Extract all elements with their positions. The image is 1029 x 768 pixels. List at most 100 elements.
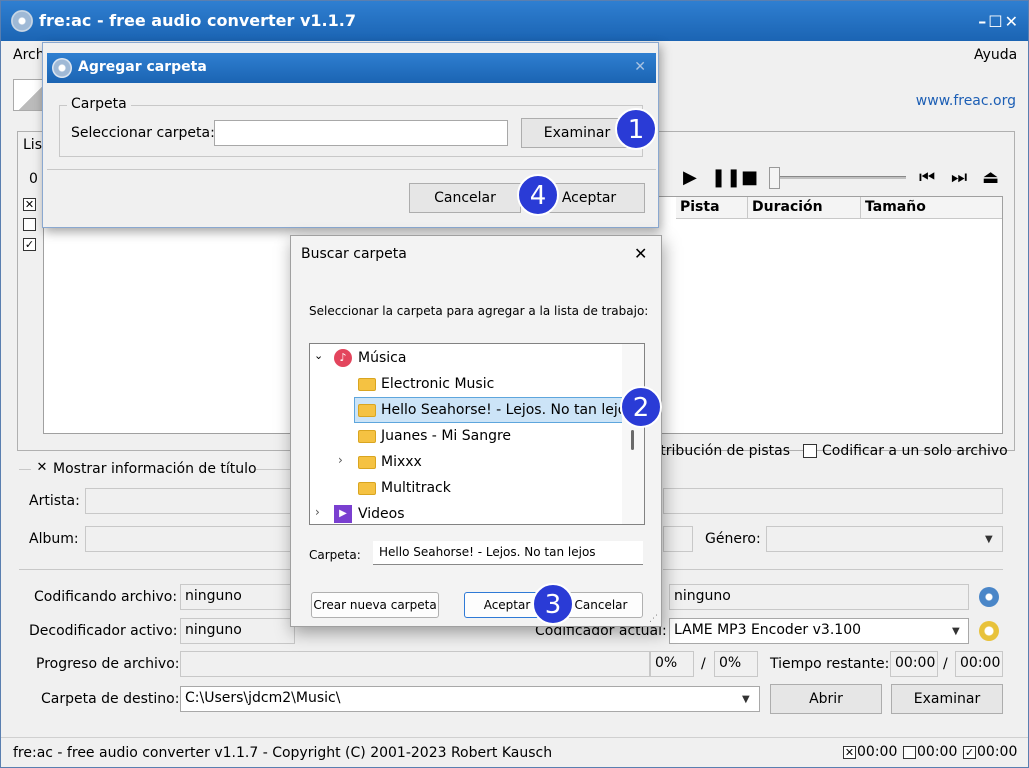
add-folder-dialog: Agregar carpeta ✕ Carpeta Seleccionar ca…: [42, 42, 659, 228]
file-progress-bar: [180, 651, 650, 677]
status-check-2: [903, 746, 916, 759]
dialog-separator: [47, 169, 656, 170]
filter-icon[interactable]: [979, 587, 999, 607]
artist-field-right[interactable]: [663, 488, 1003, 514]
step-badge-4: 4: [517, 174, 559, 216]
folder-tree[interactable]: ⌄ ♪ Música Electronic Music Hello Seahor…: [309, 343, 645, 525]
new-folder-button[interactable]: Crear nueva carpeta: [311, 592, 439, 618]
column-header-tamano[interactable]: Tamaño: [861, 197, 1002, 219]
folder-input[interactable]: Hello Seahorse! - Lejos. No tan lejos: [373, 541, 643, 565]
seek-slider[interactable]: [769, 167, 780, 189]
separator: [19, 569, 291, 570]
resize-grip-icon[interactable]: ⋰: [649, 614, 658, 624]
music-icon: ♪: [334, 349, 352, 367]
column-header-duracion[interactable]: Duración: [748, 197, 861, 219]
progress-percent-2: 0%: [714, 651, 758, 677]
tree-item-musica[interactable]: ⌄ ♪ Música: [310, 345, 624, 371]
add-files-icon[interactable]: [13, 79, 43, 111]
menu-archivo[interactable]: Arch: [13, 47, 45, 63]
track-distribution-label: stribución de pistas: [653, 443, 791, 459]
status-time-3: 00:00: [977, 744, 1018, 760]
play-icon[interactable]: ▶: [683, 167, 697, 188]
encoding-file-field-2: ninguno: [669, 584, 969, 610]
genre-dropdown[interactable]: [766, 526, 1003, 552]
select-folder-input[interactable]: [214, 120, 508, 146]
previous-track-icon[interactable]: ⏮: [919, 167, 935, 188]
show-title-info-checkbox[interactable]: ✕: [35, 461, 49, 476]
website-link[interactable]: www.freac.org: [916, 93, 1016, 109]
destination-dropdown[interactable]: C:\Users\jdcm2\Music\: [180, 686, 760, 712]
progress-separator: /: [701, 656, 706, 672]
tree-item-label: Mixxx: [381, 454, 422, 470]
next-track-icon[interactable]: ⏭: [951, 167, 967, 188]
tree-item-mixxx[interactable]: › Mixxx: [310, 449, 624, 475]
chevron-right-icon[interactable]: ›: [338, 453, 343, 467]
album-field[interactable]: [85, 526, 295, 552]
destination-label: Carpeta de destino:: [41, 691, 180, 707]
stop-icon[interactable]: ■: [741, 167, 758, 188]
checkbox-2[interactable]: [23, 218, 36, 231]
tree-item-multitrack[interactable]: Multitrack: [310, 475, 624, 501]
tree-item-label: Electronic Music: [381, 376, 495, 392]
tree-item-label: Juanes - Mi Sangre: [381, 428, 512, 444]
tree-item-label: Videos: [358, 506, 405, 522]
tree-item-label: Música: [358, 350, 407, 366]
single-file-checkbox[interactable]: [803, 444, 817, 458]
chevron-right-icon[interactable]: ›: [315, 505, 320, 519]
window-controls[interactable]: –☐✕: [978, 12, 1020, 31]
folder-icon: [358, 482, 376, 495]
folder-icon: [358, 430, 376, 443]
file-progress-label: Progreso de archivo:: [36, 656, 180, 672]
select-folder-label: Seleccionar carpeta:: [71, 125, 215, 141]
status-check-3: ✓: [963, 746, 976, 759]
tree-item-juanes[interactable]: Juanes - Mi Sangre: [310, 423, 624, 449]
album-field-right[interactable]: [663, 526, 693, 552]
tree-item-label: Multitrack: [381, 480, 451, 496]
genre-dropdown-arrow-icon[interactable]: ▼: [985, 534, 993, 545]
chevron-down-icon[interactable]: ⌄: [314, 349, 323, 362]
encoder-dropdown-arrow-icon[interactable]: ▼: [952, 626, 960, 637]
folder-label: Carpeta:: [309, 548, 361, 562]
open-button[interactable]: Abrir: [770, 684, 882, 714]
single-file-label: Codificar a un solo archivo: [822, 443, 1008, 459]
encoder-dropdown[interactable]: LAME MP3 Encoder v3.100: [669, 618, 969, 644]
folder-icon: [358, 378, 376, 391]
destination-dropdown-arrow-icon[interactable]: ▼: [742, 694, 750, 705]
title-bar[interactable]: fre:ac - free audio converter v1.1.7 –☐✕: [1, 1, 1028, 41]
encoding-file-label: Codificando archivo:: [34, 589, 178, 605]
tree-item-videos[interactable]: › ▶ Videos: [310, 501, 624, 524]
column-header-pista[interactable]: Pista: [676, 197, 748, 219]
freac-logo-icon: [52, 58, 72, 78]
browse-destination-button[interactable]: Examinar: [891, 684, 1003, 714]
time-left-1: 00:00: [890, 651, 938, 677]
freac-logo-icon: [11, 10, 33, 32]
eject-icon[interactable]: ⏏: [982, 167, 999, 188]
tree-item-hello-seahorse[interactable]: Hello Seahorse! - Lejos. No tan lejos: [354, 397, 634, 423]
status-time-1: 00:00: [857, 744, 898, 760]
add-folder-title-bar[interactable]: Agregar carpeta ✕: [47, 53, 656, 83]
cancel-button[interactable]: Cancelar: [409, 183, 521, 213]
tree-item-electronic-music[interactable]: Electronic Music: [310, 371, 624, 397]
artist-field[interactable]: [85, 488, 295, 514]
checkbox-3[interactable]: ✓: [23, 238, 36, 251]
scroll-thumb[interactable]: [631, 430, 634, 450]
pause-icon[interactable]: ❚❚: [711, 167, 741, 188]
separator-right: [663, 569, 1003, 570]
close-icon[interactable]: ✕: [634, 244, 647, 263]
settings-gear-icon[interactable]: [979, 621, 999, 641]
folder-icon: [358, 456, 376, 469]
folder-group-title: Carpeta: [67, 96, 131, 112]
status-bar: fre:ac - free audio converter v1.1.7 - C…: [1, 737, 1028, 767]
copyright-text: fre:ac - free audio converter v1.1.7 - C…: [13, 745, 553, 761]
tree-item-label: Hello Seahorse! - Lejos. No tan lejos: [381, 402, 634, 418]
seek-track: [771, 176, 906, 179]
tree-scrollbar[interactable]: [622, 344, 644, 524]
checkbox-1[interactable]: ✕: [23, 198, 36, 211]
menu-ayuda[interactable]: Ayuda: [974, 47, 1017, 63]
encoding-file-field: ninguno: [180, 584, 295, 610]
time-left-label: Tiempo restante:: [770, 656, 890, 672]
video-icon: ▶: [334, 505, 352, 523]
group-line-left: [19, 469, 31, 470]
status-time-2: 00:00: [917, 744, 958, 760]
close-icon[interactable]: ✕: [634, 59, 646, 75]
